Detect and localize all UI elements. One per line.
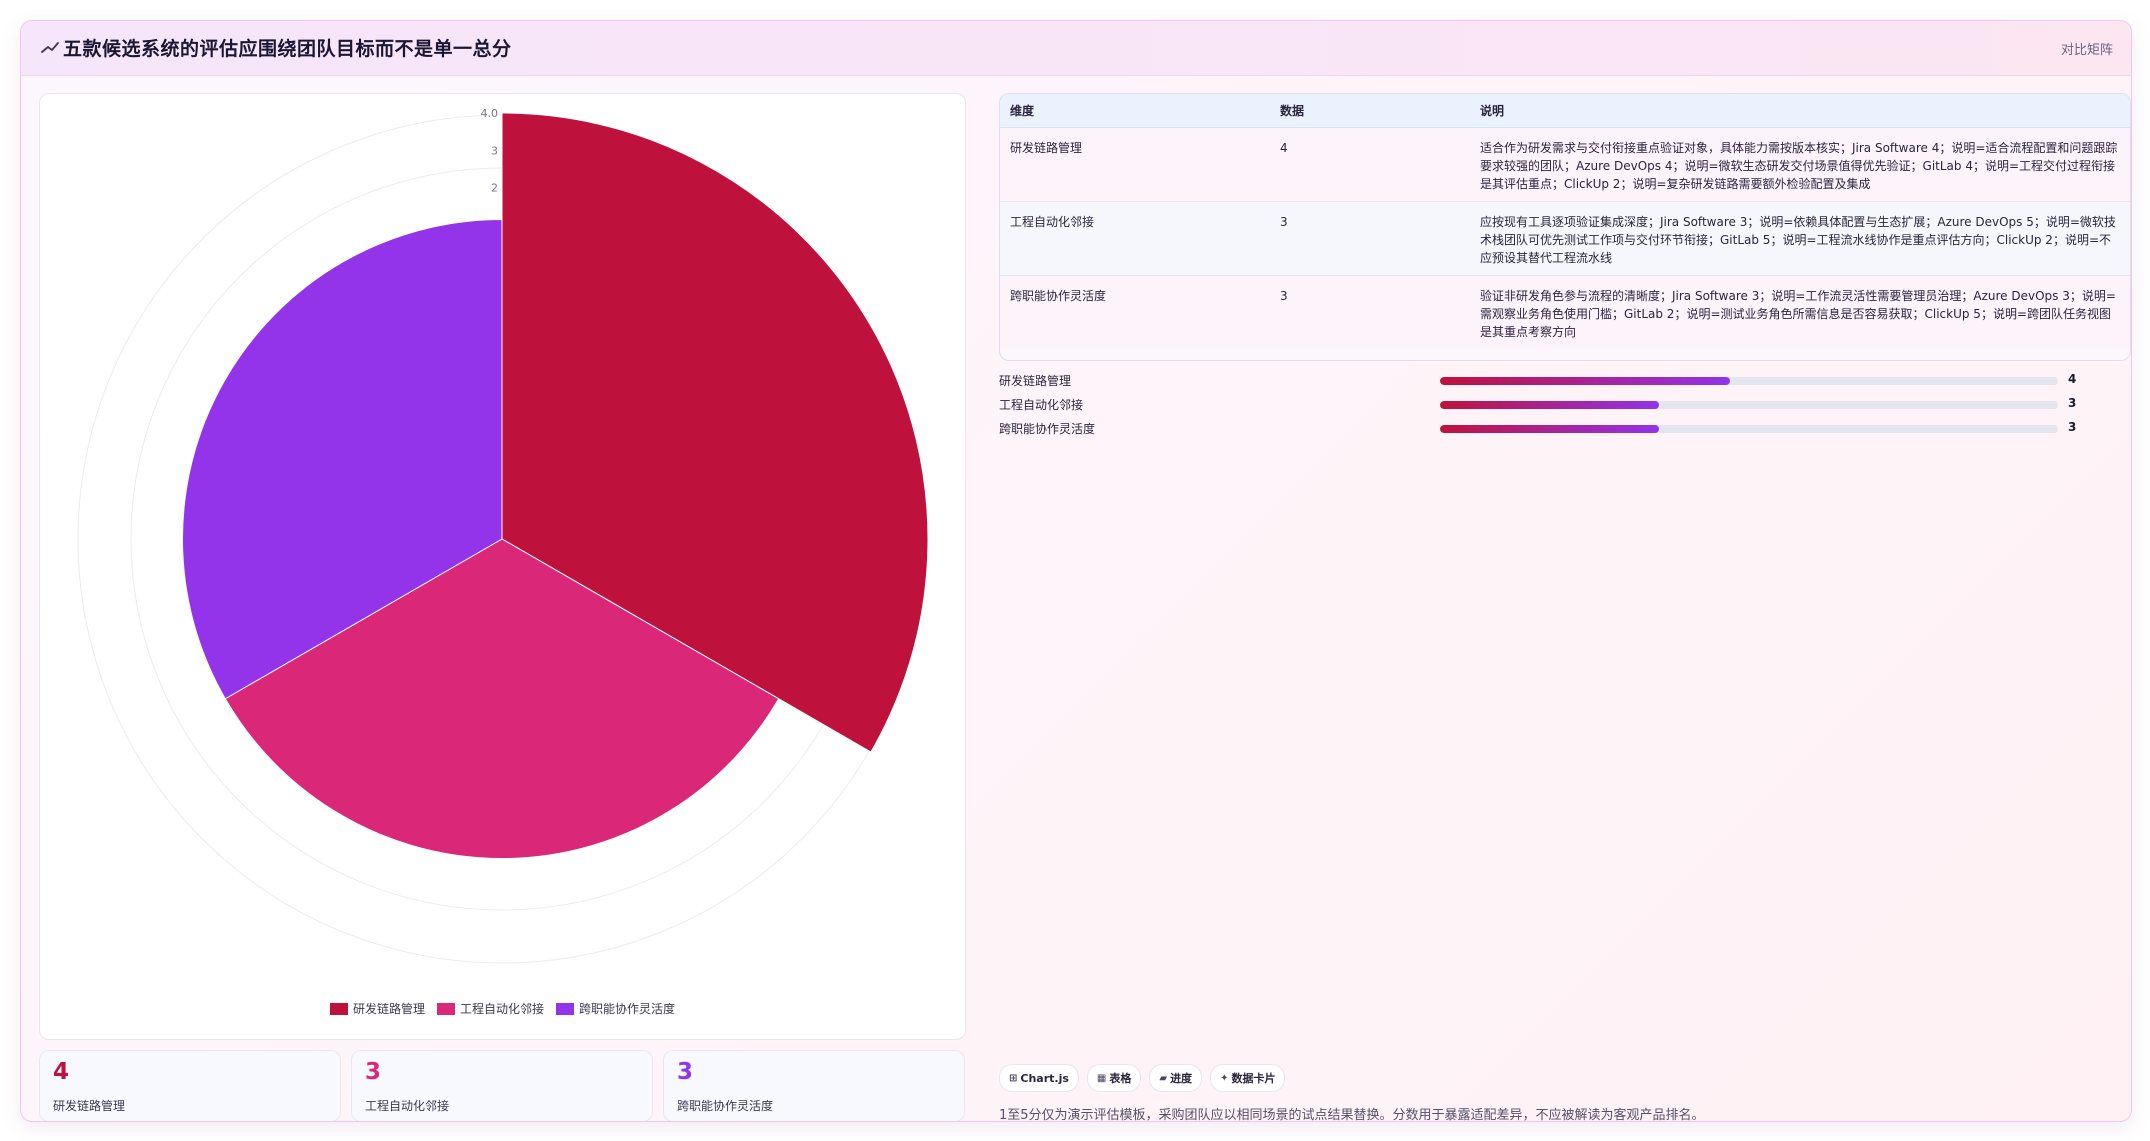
table-header-row: 维度 数据 说明 bbox=[1000, 94, 2130, 128]
badge-label: Chart.js bbox=[1020, 1071, 1069, 1085]
legend-item[interactable]: 跨职能协作灵活度 bbox=[556, 1000, 675, 1017]
badge-chartjs[interactable]: ⊞ Chart.js bbox=[999, 1064, 1079, 1092]
progress-icon: ▰ bbox=[1159, 1072, 1168, 1084]
page-title: 五款候选系统的评估应围绕团队目标而不是单一总分 bbox=[63, 38, 512, 60]
tick-label: 3 bbox=[491, 144, 498, 157]
cell-dimension: 工程自动化邻接 bbox=[1000, 201, 1270, 276]
comparison-matrix-link[interactable]: 对比矩阵 bbox=[2061, 39, 2113, 58]
legend-swatch bbox=[329, 1002, 348, 1015]
header-bar: 五款候选系统的评估应围绕团队目标而不是单一总分 对比矩阵 bbox=[21, 21, 2131, 76]
progress-track bbox=[1440, 377, 2058, 385]
legend-item[interactable]: 研发链路管理 bbox=[329, 1000, 425, 1017]
cell-dimension: 跨职能协作灵活度 bbox=[1010, 288, 1107, 303]
cell-description: 适合作为研发需求与交付衔接重点验证对象，具体能力需按版本核实；Jira Soft… bbox=[1470, 127, 2130, 202]
legend-swatch bbox=[436, 1002, 455, 1015]
badge-data-cards[interactable]: ✦ 数据卡片 bbox=[1210, 1064, 1286, 1092]
progress-track bbox=[1440, 401, 2058, 409]
data-table: 维度 数据 说明 研发链路管理 4 适合作为研发需求与交付衔接重点验证对象，具体… bbox=[1000, 94, 2130, 349]
cell-description: 应按现有工具逐项验证集成深度；Jira Software 3；说明=依赖具体配置… bbox=[1470, 201, 2130, 276]
legend-label: 研发链路管理 bbox=[352, 1002, 425, 1016]
cell-description: 验证非研发角色参与流程的清晰度；Jira Software 3；说明=工作流灵活… bbox=[1480, 288, 2116, 339]
progress-value: 3 bbox=[2068, 396, 2077, 410]
progress-fill bbox=[1440, 401, 1660, 409]
badge-label: 数据卡片 bbox=[1231, 1072, 1276, 1085]
badge-progress[interactable]: ▰ 进度 bbox=[1149, 1064, 1203, 1092]
progress-row: 研发链路管理 4 bbox=[999, 372, 2129, 390]
tick-label: 4.0 bbox=[481, 107, 499, 120]
sparkle-icon: ✦ bbox=[1220, 1072, 1229, 1084]
legend-label: 跨职能协作灵活度 bbox=[579, 1002, 676, 1016]
progress-label: 工程自动化邻接 bbox=[999, 398, 1084, 412]
progress-value: 4 bbox=[2068, 372, 2077, 386]
chart-icon: ⊞ bbox=[1009, 1072, 1018, 1084]
badge-table[interactable]: ▦ 表格 bbox=[1086, 1064, 1142, 1092]
legend-swatch bbox=[556, 1002, 574, 1015]
trend-line-icon bbox=[41, 42, 59, 53]
progress-fill bbox=[1440, 425, 1660, 433]
cell-dimension: 研发链路管理 bbox=[1000, 127, 1270, 202]
progress-fill bbox=[1440, 377, 1731, 385]
table-row: 工程自动化邻接 3 应按现有工具逐项验证集成深度；Jira Software 3… bbox=[1000, 201, 2130, 276]
legend-label: 工程自动化邻接 bbox=[459, 1002, 544, 1016]
kpi-value: 3 bbox=[677, 1059, 694, 1085]
progress-label: 研发链路管理 bbox=[999, 374, 1072, 388]
polar-chart-card: 4.0 3 2 研发链路管理 工程自动化邻接 跨职能协作灵活度 bbox=[39, 93, 966, 1040]
cell-value: 3 bbox=[1280, 288, 1288, 303]
tick-label: 2 bbox=[491, 182, 498, 195]
column-header-description: 说明 bbox=[1470, 94, 2130, 128]
kpi-label: 工程自动化邻接 bbox=[365, 1099, 450, 1113]
table-row: 跨职能协作灵活度 3 验证非研发角色参与流程的清晰度；Jira Software… bbox=[1000, 275, 2130, 349]
polar-area-chart: 4.0 3 2 bbox=[77, 107, 929, 964]
cell-value: 3 bbox=[1270, 201, 1470, 276]
footnote: 1至5分仅为演示评估模板，采购团队应以相同场景的试点结果替换。分数用于暴露适配差… bbox=[999, 1108, 1705, 1122]
kpi-card: 4 研发链路管理 bbox=[39, 1050, 341, 1121]
column-header-dimension: 维度 bbox=[1000, 94, 1270, 128]
badge-label: 进度 bbox=[1170, 1072, 1193, 1085]
chart-legend: 研发链路管理 工程自动化邻接 跨职能协作灵活度 bbox=[40, 1000, 965, 1017]
kpi-card: 3 工程自动化邻接 bbox=[351, 1050, 653, 1121]
column-header-data: 数据 bbox=[1270, 94, 1470, 128]
table-icon: ▦ bbox=[1096, 1072, 1107, 1084]
feature-badges: ⊞ Chart.js ▦ 表格 ▰ 进度 ✦ 数据卡片 bbox=[999, 1064, 1286, 1092]
progress-row: 跨职能协作灵活度 3 bbox=[999, 420, 2129, 438]
kpi-value: 4 bbox=[53, 1059, 70, 1085]
kpi-label: 研发链路管理 bbox=[53, 1099, 126, 1113]
table-row: 研发链路管理 4 适合作为研发需求与交付衔接重点验证对象，具体能力需按版本核实；… bbox=[1000, 127, 2130, 202]
progress-label: 跨职能协作灵活度 bbox=[999, 422, 1096, 436]
legend-item[interactable]: 工程自动化邻接 bbox=[436, 1000, 544, 1017]
dashboard-frame: 五款候选系统的评估应围绕团队目标而不是单一总分 对比矩阵 4.0 3 2 研发链路管… bbox=[20, 20, 2132, 1122]
progress-value: 3 bbox=[2068, 420, 2077, 434]
kpi-card: 3 跨职能协作灵活度 bbox=[663, 1050, 965, 1121]
progress-row: 工程自动化邻接 3 bbox=[999, 396, 2129, 414]
progress-track bbox=[1440, 425, 2058, 433]
cell-value: 4 bbox=[1270, 127, 1470, 202]
data-table-card: 维度 数据 说明 研发链路管理 4 适合作为研发需求与交付衔接重点验证对象，具体… bbox=[999, 93, 2131, 361]
badge-label: 表格 bbox=[1109, 1072, 1132, 1085]
kpi-value: 3 bbox=[365, 1059, 382, 1085]
kpi-label: 跨职能协作灵活度 bbox=[677, 1099, 774, 1113]
